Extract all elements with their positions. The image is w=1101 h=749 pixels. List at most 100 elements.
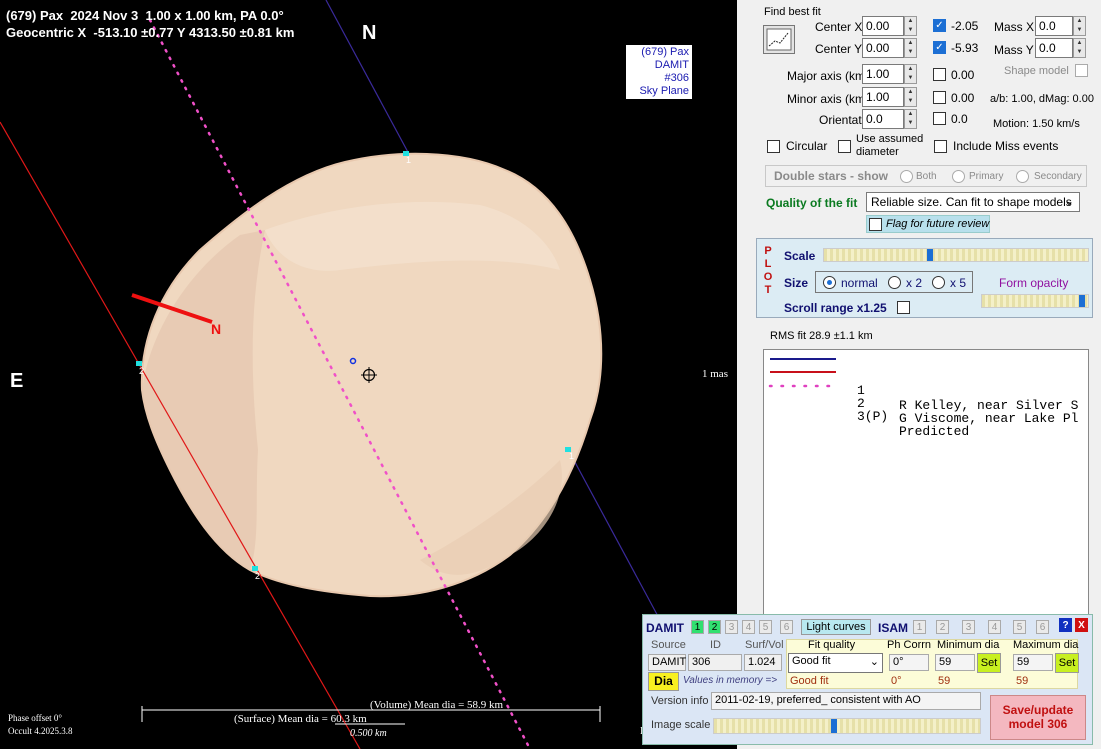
- legend-row[interactable]: 1 R Kelley, near Silver S: [764, 353, 1078, 413]
- scroll-range-checkbox[interactable]: [897, 301, 910, 314]
- legend-row[interactable]: 3(P) Predicted: [764, 379, 969, 439]
- mass-y-input[interactable]: 0.0: [1035, 38, 1073, 58]
- damit-tab-6[interactable]: 6: [780, 620, 793, 634]
- image-scale-thumb[interactable]: [831, 719, 837, 733]
- form-opacity-thumb[interactable]: [1079, 295, 1085, 307]
- plot-settings-panel: P L O T Scale Size normal x 2 x 5 Form o…: [756, 238, 1093, 318]
- both-radio[interactable]: [900, 170, 913, 183]
- mass-y-spinner[interactable]: ▲ ▼: [1073, 38, 1086, 58]
- ab-dmag-label: a/b: 1.00, dMag: 0.00: [990, 93, 1094, 105]
- chord-legend: 1 R Kelley, near Silver S 2 G Viscome, n…: [763, 349, 1089, 617]
- scale-label: Scale: [784, 249, 816, 263]
- center-y-spinner[interactable]: ▲ ▼: [904, 38, 917, 58]
- isam-tab-4[interactable]: 4: [988, 620, 1001, 634]
- damit-tab-1[interactable]: 1: [691, 620, 704, 634]
- scale-slider[interactable]: [823, 248, 1089, 262]
- fit-chart-icon: [766, 28, 792, 51]
- light-curves-button[interactable]: Light curves: [801, 619, 871, 635]
- mass-x-spinner[interactable]: ▲ ▼: [1073, 16, 1086, 36]
- shape-model-checkbox[interactable]: [1075, 64, 1088, 77]
- plot-canvas: [0, 0, 661, 749]
- source-label: Source: [651, 639, 686, 651]
- isam-tab-5[interactable]: 5: [1013, 620, 1026, 634]
- major-axis-input[interactable]: 1.00: [862, 64, 904, 84]
- damit-tab-5[interactable]: 5: [759, 620, 772, 634]
- major-axis-checkbox[interactable]: [933, 68, 946, 81]
- isam-tab-3[interactable]: 3: [962, 620, 975, 634]
- secondary-radio[interactable]: [1016, 170, 1029, 183]
- size-normal-radio[interactable]: [823, 276, 836, 289]
- use-assumed-label-2: diameter: [856, 146, 899, 158]
- mass-x-input[interactable]: 0.0: [1035, 16, 1073, 36]
- center-x-spinner[interactable]: ▲ ▼: [904, 16, 917, 36]
- major-axis-spinner[interactable]: ▲ ▼: [904, 64, 917, 84]
- set-max-button[interactable]: Set: [1055, 653, 1079, 673]
- volume-dia-label: (Volume) Mean dia = 58.9 km: [370, 699, 504, 711]
- flag-review-label: Flag for future review: [886, 218, 990, 230]
- dia-button[interactable]: Dia: [648, 672, 679, 691]
- values-in-memory-label: Values in memory =>: [683, 675, 778, 686]
- center-x-input[interactable]: 0.00: [862, 16, 904, 36]
- plot-vertical-label: P L O T: [763, 245, 773, 296]
- include-miss-label: Include Miss events: [953, 139, 1059, 153]
- min-dia-field[interactable]: 59: [935, 654, 975, 671]
- center-x-checkbox[interactable]: ✓: [933, 19, 946, 32]
- center-y-checkbox[interactable]: ✓: [933, 41, 946, 54]
- minor-axis-checkbox[interactable]: [933, 91, 946, 104]
- id-field: 306: [688, 654, 742, 671]
- plot-area[interactable]: (679) Pax 2024 Nov 3 1.00 x 1.00 km, PA …: [0, 0, 737, 749]
- damit-tab-4[interactable]: 4: [742, 620, 755, 634]
- size-x5-radio[interactable]: [932, 276, 945, 289]
- pole-label: N: [211, 321, 222, 337]
- minor-axis-spinner[interactable]: ▲ ▼: [904, 87, 917, 107]
- isam-tab-1[interactable]: 1: [913, 620, 926, 634]
- version-label: Occult 4.2025.3.8: [8, 726, 73, 736]
- size-x2-radio[interactable]: [888, 276, 901, 289]
- legend-scrollbar[interactable]: [737, 349, 752, 617]
- save-update-model-button[interactable]: Save/update model 306: [990, 695, 1086, 740]
- center-x-result: -2.05: [951, 19, 979, 33]
- circular-checkbox[interactable]: [767, 140, 780, 153]
- orientation-result: 0.0: [951, 112, 968, 126]
- find-best-fit-label: Find best fit: [764, 6, 821, 18]
- minor-axis-result: 0.00: [951, 91, 975, 105]
- center-y-label: Center Y: [815, 42, 863, 56]
- ph-corr-field[interactable]: 0°: [889, 654, 929, 671]
- orientation-input[interactable]: 0.0: [862, 109, 904, 129]
- minor-axis-input[interactable]: 1.00: [862, 87, 904, 107]
- orientation-checkbox[interactable]: [933, 112, 946, 125]
- center-y-input[interactable]: 0.00: [862, 38, 904, 58]
- include-miss-checkbox[interactable]: [934, 140, 947, 153]
- size-x2-label: x 2: [906, 276, 923, 290]
- quality-label: Quality of the fit: [766, 196, 858, 210]
- set-min-button[interactable]: Set: [977, 653, 1001, 673]
- circular-label: Circular: [786, 139, 828, 153]
- help-icon[interactable]: ?: [1059, 618, 1072, 632]
- legend-row[interactable]: 2 G Viscome, near Lake Pl: [764, 366, 1078, 426]
- legend-line-1: [770, 358, 836, 360]
- km-scale-label: 0.500 km: [350, 728, 387, 739]
- quality-select[interactable]: Reliable size. Can fit to shape models ⌄: [866, 192, 1080, 212]
- use-assumed-checkbox[interactable]: [838, 140, 851, 153]
- isam-tab-2[interactable]: 2: [936, 620, 949, 634]
- fit-quality-value: Good fit: [792, 655, 831, 667]
- find-best-fit-button[interactable]: [763, 25, 795, 54]
- damit-tab-3[interactable]: 3: [725, 620, 738, 634]
- max-dia-field[interactable]: 59: [1013, 654, 1053, 671]
- isam-title: ISAM: [878, 621, 908, 635]
- min-dia-label: Minimum dia: [937, 639, 1000, 651]
- orientation-spinner[interactable]: ▲ ▼: [904, 109, 917, 129]
- mem-fit-value: Good fit: [790, 675, 829, 687]
- fit-quality-select[interactable]: Good fit ⌄: [788, 653, 883, 673]
- flag-review-checkbox[interactable]: [869, 218, 882, 231]
- size-label: Size: [784, 276, 809, 290]
- isam-tab-6[interactable]: 6: [1036, 620, 1049, 634]
- primary-radio[interactable]: [952, 170, 965, 183]
- flag-review-group[interactable]: Flag for future review: [866, 215, 990, 233]
- form-opacity-slider[interactable]: [981, 294, 1089, 308]
- use-assumed-label-1: Use assumed: [856, 133, 924, 145]
- image-scale-slider[interactable]: [713, 718, 981, 734]
- close-icon[interactable]: X: [1075, 618, 1088, 632]
- scale-slider-thumb[interactable]: [927, 249, 933, 261]
- damit-tab-2[interactable]: 2: [708, 620, 721, 634]
